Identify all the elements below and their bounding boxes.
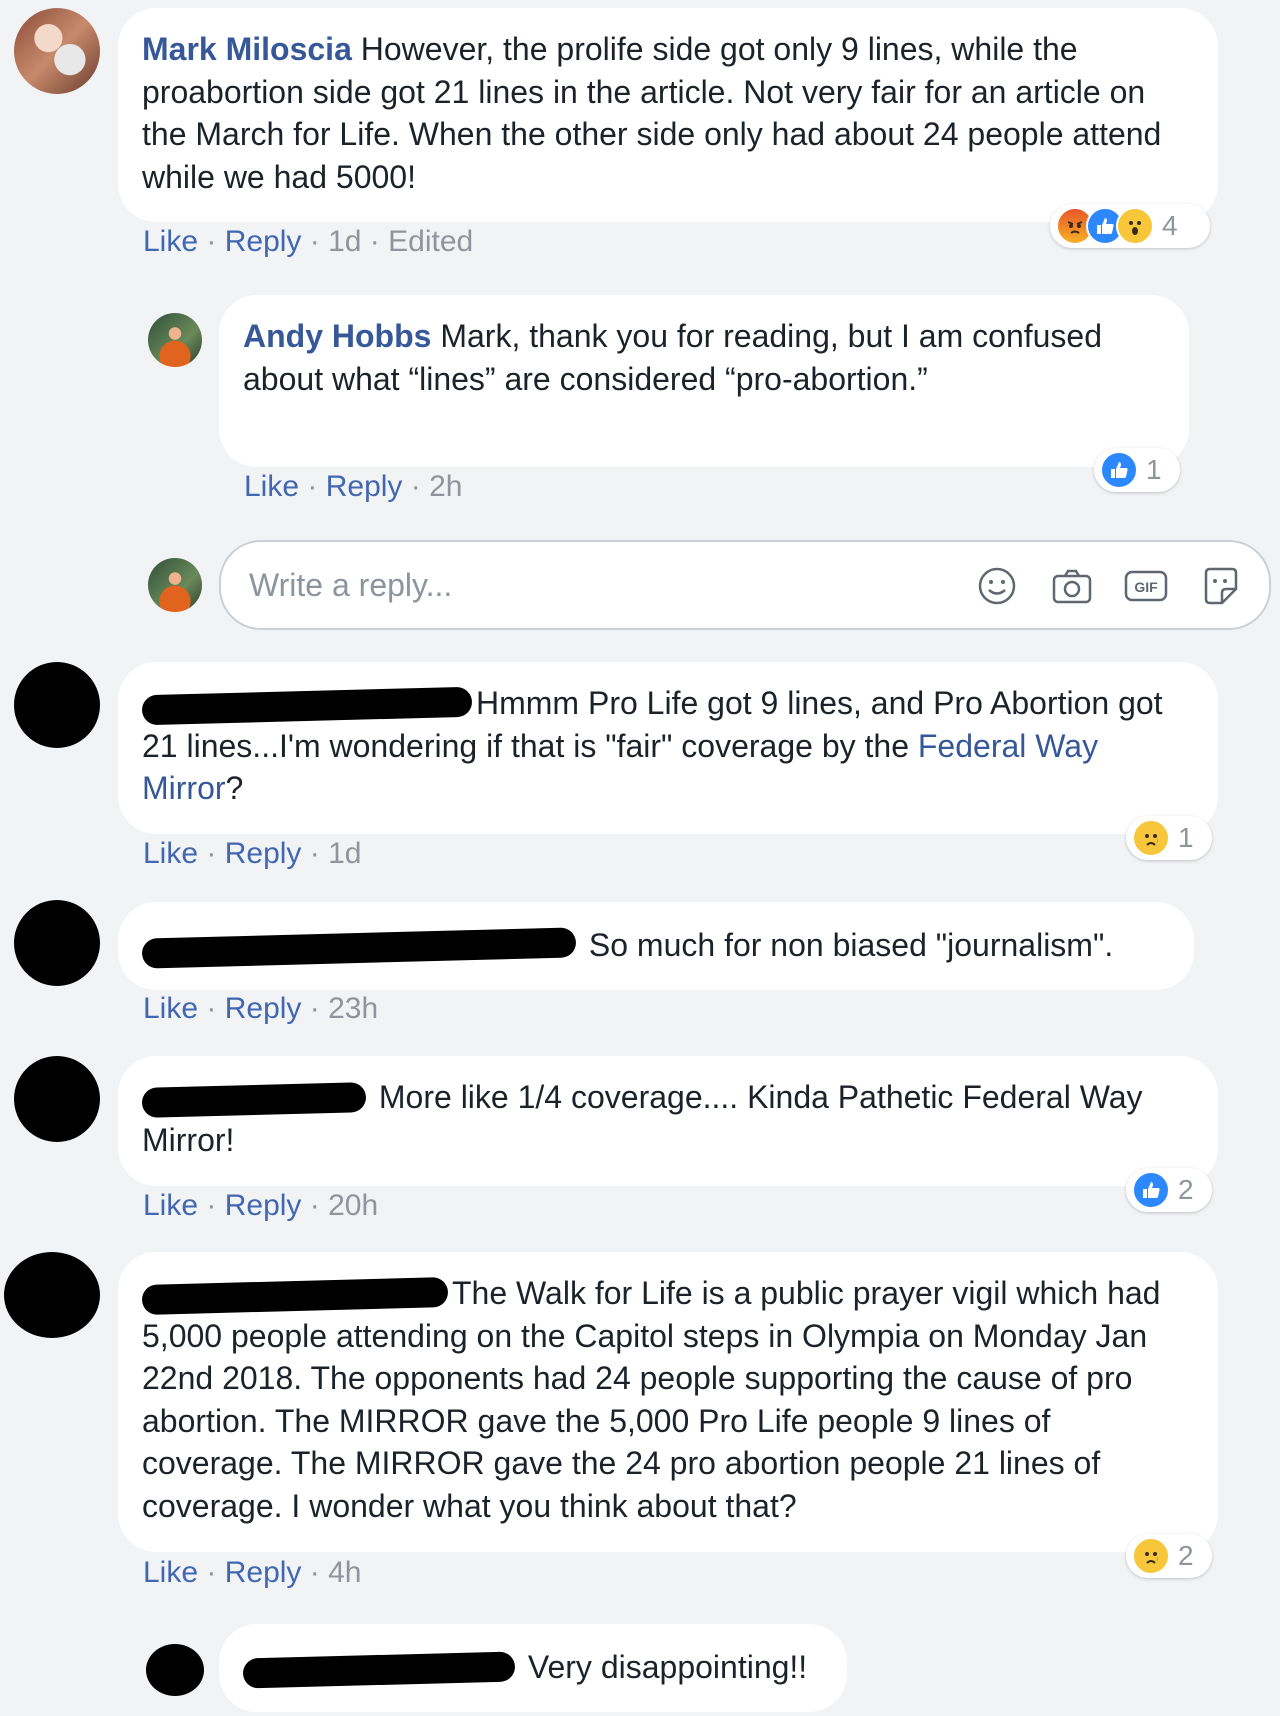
like-link[interactable]: Like: [143, 1556, 198, 1589]
reactions-summary[interactable]: 1: [1126, 816, 1212, 860]
redacted-name: [242, 1650, 516, 1689]
avatar[interactable]: [146, 1644, 204, 1696]
timestamp[interactable]: 1d: [328, 837, 361, 870]
reaction-count: 1: [1178, 822, 1194, 853]
reaction-count: 2: [1178, 1174, 1194, 1205]
reaction-count: 1: [1146, 454, 1162, 485]
timestamp[interactable]: 1d: [328, 225, 361, 258]
reactions-summary[interactable]: 1: [1094, 448, 1180, 492]
like-icon: [1100, 451, 1138, 489]
sad-icon: [1132, 1537, 1170, 1575]
edited-label[interactable]: Edited: [388, 225, 473, 258]
gif-icon[interactable]: GIF: [1124, 564, 1168, 608]
redacted-name: [141, 686, 473, 725]
sticker-icon[interactable]: [1199, 564, 1243, 608]
like-link[interactable]: Like: [143, 225, 198, 258]
comment-bubble: Hmmm Pro Life got 9 lines, and Pro Abort…: [118, 662, 1218, 834]
redacted-name: [141, 1276, 449, 1315]
reply-input[interactable]: [247, 565, 871, 605]
comment-bubble: Andy Hobbs Mark, thank you for reading, …: [219, 295, 1189, 467]
sad-icon: [1132, 819, 1170, 857]
comment-actions: Like · Reply · 23h: [143, 992, 379, 1025]
wow-icon: [1116, 207, 1154, 245]
timestamp[interactable]: 20h: [328, 1189, 378, 1222]
comment-author[interactable]: Mark Miloscia: [142, 31, 352, 67]
like-link[interactable]: Like: [143, 992, 198, 1025]
comment-text-end: ?: [225, 770, 244, 806]
like-link[interactable]: Like: [244, 470, 299, 503]
like-link[interactable]: Like: [143, 837, 198, 870]
reactions-summary[interactable]: 2: [1126, 1534, 1212, 1578]
reaction-count: 4: [1162, 210, 1178, 241]
comment-actions: Like · Reply · 1d · Edited: [143, 225, 474, 258]
comment-actions: Like · Reply · 2h: [244, 470, 463, 503]
avatar[interactable]: [14, 662, 100, 748]
reply-link[interactable]: Reply: [225, 837, 302, 870]
avatar[interactable]: [14, 1056, 100, 1142]
comment-text: The Walk for Life is a public prayer vig…: [142, 1275, 1161, 1524]
comment-text: So much for non biased "journalism".: [588, 927, 1114, 963]
comment-bubble: The Walk for Life is a public prayer vig…: [118, 1252, 1218, 1552]
avatar: [148, 558, 202, 612]
comment-text: Very disappointing!!: [527, 1649, 808, 1685]
avatar[interactable]: [14, 900, 100, 986]
reply-link[interactable]: Reply: [225, 992, 302, 1025]
timestamp[interactable]: 23h: [328, 992, 378, 1025]
like-link[interactable]: Like: [143, 1189, 198, 1222]
comment-actions: Like · Reply · 1d: [143, 837, 362, 870]
comment-bubble: More like 1/4 coverage.... Kinda Patheti…: [118, 1056, 1218, 1186]
reaction-count: 2: [1178, 1540, 1194, 1571]
comment-author[interactable]: Andy Hobbs: [243, 318, 431, 354]
reply-link[interactable]: Reply: [225, 225, 302, 258]
camera-icon[interactable]: [1050, 564, 1094, 608]
avatar[interactable]: [4, 1252, 100, 1338]
avatar[interactable]: [14, 8, 100, 94]
timestamp[interactable]: 4h: [328, 1556, 361, 1589]
reactions-summary[interactable]: 2: [1126, 1168, 1212, 1212]
like-icon: [1132, 1171, 1170, 1209]
reply-link[interactable]: Reply: [225, 1556, 302, 1589]
comment-bubble: Mark Miloscia However, the prolife side …: [118, 8, 1218, 222]
reactions-summary[interactable]: 4: [1050, 204, 1210, 248]
comment-actions: Like · Reply · 20h: [143, 1189, 379, 1222]
timestamp[interactable]: 2h: [429, 470, 462, 503]
avatar[interactable]: [148, 313, 202, 367]
svg-text:GIF: GIF: [1134, 579, 1158, 595]
redacted-name: [141, 1081, 367, 1118]
reply-box[interactable]: [219, 540, 1271, 630]
comment-bubble: Very disappointing!!: [219, 1624, 847, 1712]
reply-link[interactable]: Reply: [326, 470, 403, 503]
comment-actions: Like · Reply · 4h: [143, 1556, 362, 1589]
redacted-name: [141, 926, 577, 969]
comment-bubble: So much for non biased "journalism".: [118, 902, 1194, 990]
smiley-icon[interactable]: [975, 564, 1019, 608]
reply-link[interactable]: Reply: [225, 1189, 302, 1222]
